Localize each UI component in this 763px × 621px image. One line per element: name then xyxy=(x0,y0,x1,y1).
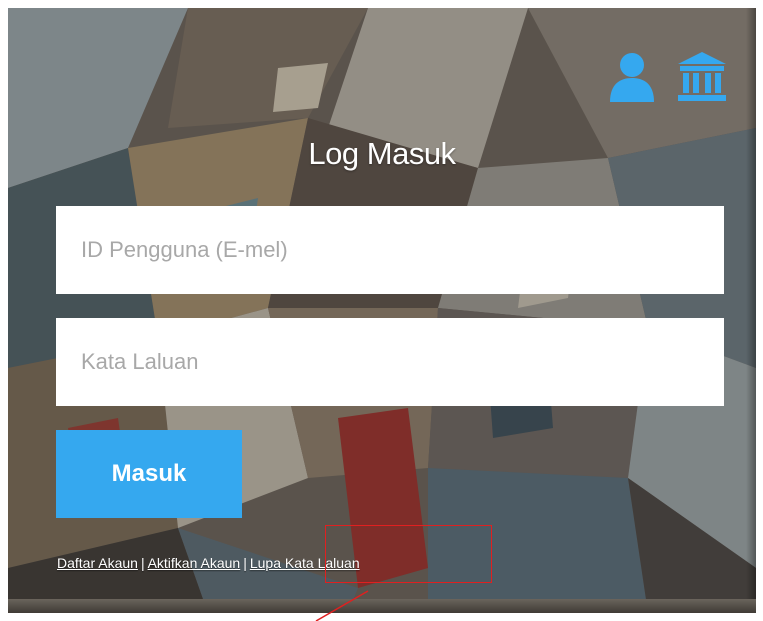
institution-icon[interactable] xyxy=(674,48,730,104)
login-button[interactable]: Masuk xyxy=(56,430,242,518)
user-id-input[interactable] xyxy=(56,206,724,294)
panel-edge-shadow xyxy=(746,8,756,613)
login-panel: Log Masuk Masuk Daftar Akaun|Aktifkan Ak… xyxy=(8,8,756,613)
link-separator: | xyxy=(243,555,247,571)
password-input[interactable] xyxy=(56,318,724,406)
panel-bottom-border xyxy=(8,599,756,613)
user-icon[interactable] xyxy=(606,48,662,104)
forgot-password-link[interactable]: Lupa Kata Laluan xyxy=(250,555,360,571)
account-links: Daftar Akaun | Aktifkan Akaun | Lupa Kata La… xyxy=(57,555,360,571)
link-separator: | xyxy=(140,555,145,571)
login-title: Log Masuk xyxy=(308,136,456,171)
activate-account-link[interactable]: Aktifkan Akaun xyxy=(148,555,241,571)
top-icons xyxy=(606,48,730,104)
register-account-link[interactable]: Daftar Akaun xyxy=(57,555,138,571)
